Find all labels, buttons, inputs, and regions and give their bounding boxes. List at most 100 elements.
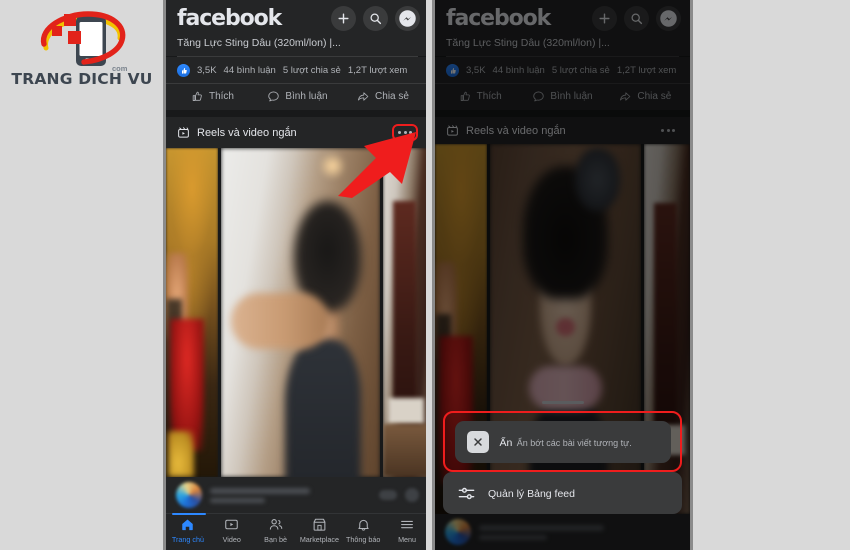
comment-count-right[interactable]: 44 bình luận (493, 65, 545, 76)
messenger-button[interactable] (395, 6, 420, 31)
avatar (176, 482, 202, 508)
share-count-right[interactable]: 5 lượt chia sẻ (552, 65, 610, 76)
share-button-label-right: Chia sẻ (637, 91, 672, 102)
share-icon (620, 92, 631, 101)
messenger-button-right[interactable] (656, 6, 681, 31)
messenger-icon (399, 10, 416, 27)
context-menu-sheet: Ẩn Ẩn bớt các bài viết tương tự. Quản lý… (443, 401, 682, 514)
avatar-right (445, 519, 471, 545)
post-title-right[interactable]: Tăng Lực Sting Dâu (320ml/lon) |... (435, 35, 690, 56)
post-title[interactable]: Tăng Lực Sting Dâu (320ml/lon) |... (166, 35, 429, 56)
like-button[interactable]: Thích (170, 90, 255, 103)
profile-badge (379, 490, 397, 500)
view-count: 1,2T lượt xem (347, 65, 408, 76)
reel-2-body (284, 338, 361, 477)
reels-icon (447, 125, 458, 136)
comment-button[interactable]: Bình luận (255, 90, 340, 103)
menu-item-manage-feed-text: Quản lý Bảng feed (488, 484, 575, 502)
bell-icon (358, 519, 369, 531)
post-action-bar-right: Thích Bình luận Chia sẻ (435, 83, 690, 110)
menu-item-hide[interactable]: Ẩn Ẩn bớt các bài viết tương tự. (454, 420, 671, 463)
dot-1 (661, 129, 664, 132)
nav-item-notifications[interactable]: Thông báo (341, 517, 385, 544)
reel-3-door (393, 200, 417, 418)
search-icon (370, 13, 382, 25)
reaction-like-icon (177, 64, 190, 77)
share-icon (358, 92, 369, 101)
thumbs-up-icon (460, 91, 470, 101)
search-button-right[interactable] (624, 6, 649, 31)
reaction-like-icon (446, 64, 459, 77)
nav-item-friends[interactable]: Bạn bè (254, 517, 298, 544)
reel-3-sill (387, 398, 425, 425)
reel-thumbnail-1[interactable] (166, 148, 218, 477)
nav-item-marketplace[interactable]: Marketplace (297, 517, 341, 544)
nav-item-menu-label: Menu (398, 535, 417, 544)
menu-item-hide-title: Ẩn (499, 436, 513, 449)
comment-button-right[interactable]: Bình luận (521, 90, 603, 103)
phone-right: facebook Tăng Lực Sting Dâu (320ml/lon) … (432, 0, 693, 550)
reels-section-header-right: Reels và video ngắn (435, 110, 690, 144)
phone-logo-icon (40, 11, 126, 66)
search-button[interactable] (363, 6, 388, 31)
profile-row-right[interactable] (435, 514, 690, 550)
video-icon (225, 519, 239, 530)
like-button-right[interactable]: Thích (439, 90, 521, 103)
post-stats-right: 3,5K 44 bình luận 5 lượt chia sẻ 1,2T lư… (435, 57, 690, 83)
screen-left: facebook Tăng Lực Sting Dâu (320ml/lon) … (166, 0, 429, 550)
reel-2-arm (230, 292, 330, 349)
reels-section-label-right: Reels và video ngắn (466, 124, 566, 137)
create-button-right[interactable] (592, 6, 617, 31)
facebook-top-bar: facebook (166, 0, 429, 35)
plus-icon (599, 13, 610, 24)
share-button[interactable]: Chia sẻ (340, 90, 425, 103)
facebook-wordmark: facebook (177, 6, 282, 31)
create-button[interactable] (331, 6, 356, 31)
screen-right: facebook Tăng Lực Sting Dâu (320ml/lon) … (435, 0, 690, 550)
reel-3-floor (383, 424, 429, 477)
nav-item-notifications-label: Thông báo (346, 535, 381, 544)
facebook-top-bar-right: facebook (435, 0, 690, 35)
menu-item-hide-text: Ẩn Ẩn bớt các bài viết tương tự. (500, 433, 632, 451)
reaction-count: 3,5K (197, 65, 217, 76)
reels-icon (178, 127, 189, 138)
share-button-label: Chia sẻ (375, 91, 409, 102)
hide-item-highlight-box: Ẩn Ẩn bớt các bài viết tương tự. (443, 411, 682, 472)
comment-button-label: Bình luận (285, 91, 328, 102)
reels-overflow-button-right[interactable] (657, 124, 679, 137)
comment-button-label-right: Bình luận (550, 91, 593, 102)
x-close-icon (466, 430, 489, 453)
messenger-icon (660, 10, 677, 27)
share-button-right[interactable]: Chia sẻ (604, 90, 686, 103)
thumbs-up-icon (192, 91, 202, 101)
menu-item-manage-feed[interactable]: Quản lý Bảng feed (443, 472, 682, 514)
view-count-right: 1,2T lượt xem (616, 65, 677, 76)
top-bar-actions-right (592, 6, 681, 31)
share-count[interactable]: 5 lượt chia sẻ (283, 65, 341, 76)
comment-icon (268, 91, 280, 102)
nav-item-menu[interactable]: Menu (385, 517, 429, 544)
dot-2 (666, 129, 670, 132)
nav-item-friends-label: Bạn bè (264, 535, 287, 544)
nav-item-home[interactable]: Trang chủ (166, 517, 210, 544)
screenshot-stage: com TRANG DICH VU facebook Tăng Lực Stin… (0, 0, 850, 550)
profile-action-icon[interactable] (405, 488, 419, 502)
like-button-label-right: Thích (476, 91, 502, 102)
sheet-grabber[interactable] (541, 401, 584, 404)
profile-sub-placeholder (479, 534, 548, 540)
nav-item-home-label: Trang chủ (171, 535, 204, 544)
reels-header-left-right: Reels và video ngắn (446, 124, 657, 137)
active-tab-indicator (172, 513, 206, 515)
profile-meta-right (479, 524, 680, 540)
profile-meta (210, 487, 371, 503)
profile-row[interactable] (166, 477, 429, 513)
top-bar-actions (331, 6, 420, 31)
nav-item-video[interactable]: Video (210, 517, 254, 544)
hamburger-icon (401, 520, 413, 529)
dot-3 (672, 129, 675, 132)
nav-item-marketplace-label: Marketplace (299, 535, 339, 544)
phone-left: facebook Tăng Lực Sting Dâu (320ml/lon) … (163, 0, 432, 550)
comment-count[interactable]: 44 bình luận (224, 65, 276, 76)
logo-wordmark: TRANG DICH VU (11, 70, 153, 88)
reaction-count-right: 3,5K (466, 65, 486, 76)
